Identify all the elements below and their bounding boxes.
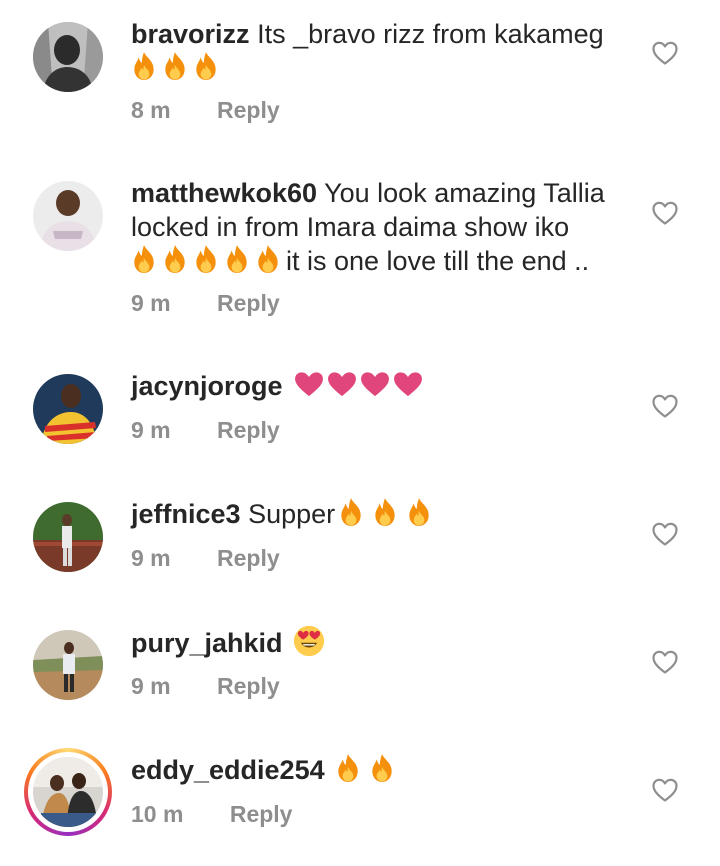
timestamp: 9 m [131,545,171,571]
avatar-photo [33,502,103,572]
avatar[interactable] [33,630,103,700]
username[interactable]: eddy_eddie254 [131,755,325,785]
comment-message: Its _bravo rizz from kakameg [257,19,604,49]
fire-icon [372,497,398,527]
comment-text: eddy_eddie254 [131,753,631,787]
comment-meta: 10 m Reply [131,800,292,828]
username[interactable]: jacynjoroge [131,371,283,401]
fire-icon [162,51,188,81]
comment-meta: 9 m Reply [131,289,280,317]
comment-text: bravorizz Its _bravo rizz from kakameg [131,17,631,85]
heart-outline-icon[interactable] [652,522,678,546]
avatar[interactable] [33,502,103,572]
fire-icon [224,244,250,274]
fire-icon [335,753,361,783]
pink-heart-icon [360,371,390,397]
username[interactable]: jeffnice3 [131,499,241,529]
fire-icon [255,244,281,274]
avatar[interactable] [33,374,103,444]
heart-outline-icon[interactable] [652,778,678,802]
comment-text: jacynjoroge [131,369,631,403]
reply-button[interactable]: Reply [217,289,280,317]
username[interactable]: bravorizz [131,19,250,49]
fire-icon [162,244,188,274]
comment-meta: 9 m Reply [131,416,280,444]
reply-button[interactable]: Reply [217,672,280,700]
avatar[interactable] [33,22,103,92]
avatar-story-ring[interactable] [24,748,112,836]
avatar-photo [33,181,103,251]
avatar-photo [33,630,103,700]
fire-icon [338,497,364,527]
comment-message: locked in from Imara daima show iko [131,212,570,242]
heart-outline-icon[interactable] [652,201,678,225]
heart-eyes-face-icon [293,625,325,657]
pink-heart-icon [393,371,423,397]
timestamp: 8 m [131,97,171,123]
username[interactable]: pury_jahkid [131,628,283,658]
reply-button[interactable]: Reply [217,96,280,124]
avatar[interactable] [33,181,103,251]
reply-button[interactable]: Reply [217,544,280,572]
pink-heart-icon [327,371,357,397]
fire-icon [131,244,157,274]
timestamp: 9 m [131,673,171,699]
comment-message: Supper [248,499,336,529]
comment-message: You look amazing Tallia [324,178,605,208]
timestamp: 9 m [131,290,171,316]
fire-icon [193,51,219,81]
timestamp: 9 m [131,417,171,443]
avatar-photo [33,757,103,827]
comment-meta: 8 m Reply [131,96,280,124]
timestamp: 10 m [131,801,184,827]
heart-outline-icon[interactable] [652,41,678,65]
comment-text: matthewkok60 You look amazing Tallia loc… [131,176,631,278]
fire-icon [131,51,157,81]
reply-button[interactable]: Reply [217,416,280,444]
heart-outline-icon[interactable] [652,394,678,418]
comment-text: pury_jahkid [131,625,631,660]
heart-outline-icon[interactable] [652,650,678,674]
fire-icon [193,244,219,274]
comment-message: it is one love till the end .. [286,246,590,276]
avatar-photo [33,374,103,444]
comment-meta: 9 m Reply [131,544,280,572]
comment-meta: 9 m Reply [131,672,280,700]
fire-icon [369,753,395,783]
username[interactable]: matthewkok60 [131,178,317,208]
avatar-photo [33,22,103,92]
fire-icon [406,497,432,527]
pink-heart-icon [294,371,324,397]
reply-button[interactable]: Reply [230,800,293,828]
comment-text: jeffnice3 Supper [131,497,631,531]
